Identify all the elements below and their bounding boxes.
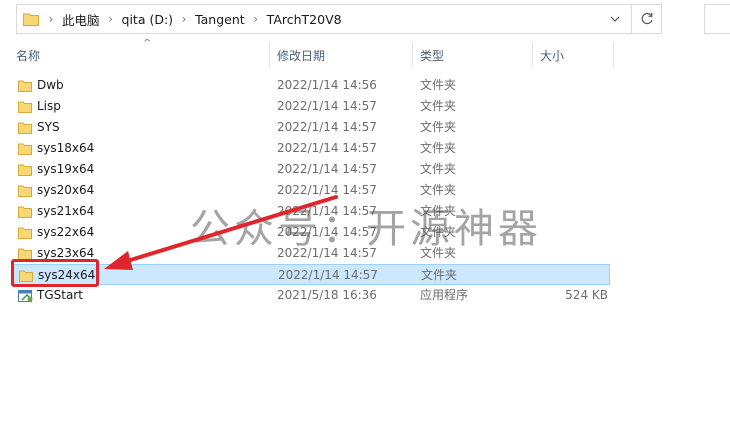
breadcrumb-item[interactable]: qita (D:) xyxy=(119,12,177,27)
folder-icon xyxy=(23,9,43,29)
column-headers: 名称 ^ 修改日期 类型 大小 xyxy=(0,38,730,70)
file-row[interactable]: sys24x64 2022/1/14 14:57 文件夹 xyxy=(12,264,610,285)
folder-icon xyxy=(18,159,34,180)
refresh-icon xyxy=(641,12,653,25)
breadcrumb-chevron-icon[interactable]: › xyxy=(248,12,264,26)
breadcrumb-chevron-icon[interactable]: › xyxy=(176,12,192,26)
file-size xyxy=(542,96,608,117)
file-modified-date: 2022/1/14 14:57 xyxy=(277,162,377,176)
file-type: 文件夹 xyxy=(420,141,457,155)
watermark-text: 公众号：开源神器 xyxy=(190,206,542,252)
breadcrumb-item[interactable]: TArchT20V8 xyxy=(264,12,345,27)
breadcrumb-chevron-icon[interactable]: › xyxy=(103,12,119,26)
address-history-dropdown[interactable] xyxy=(603,5,627,33)
chevron-down-icon xyxy=(610,16,620,22)
file-size xyxy=(542,201,608,222)
file-name: sys22x64 xyxy=(37,225,95,239)
folder-icon xyxy=(18,96,34,117)
file-row[interactable]: Lisp 2022/1/14 14:57 文件夹 xyxy=(12,96,610,117)
file-row[interactable]: sys19x64 2022/1/14 14:57 文件夹 xyxy=(12,159,610,180)
file-name: Dwb xyxy=(37,78,64,92)
file-name: Lisp xyxy=(37,99,61,113)
file-name: TGStart xyxy=(37,288,83,302)
file-name: sys20x64 xyxy=(37,183,95,197)
file-modified-date: 2022/1/14 14:57 xyxy=(277,120,377,134)
search-input[interactable] xyxy=(704,4,730,34)
breadcrumb: › 此电脑 › qita (D:) › Tangent › TArchT20V8 xyxy=(17,5,345,33)
folder-icon xyxy=(18,180,34,201)
file-size xyxy=(542,117,608,138)
refresh-button[interactable] xyxy=(631,5,661,33)
folder-icon xyxy=(18,75,34,96)
file-name: sys19x64 xyxy=(37,162,95,176)
folder-icon xyxy=(18,117,34,138)
file-size xyxy=(542,222,608,243)
file-row[interactable]: TGStart 2021/5/18 16:36 应用程序 524 KB xyxy=(12,285,610,306)
file-size xyxy=(542,75,608,96)
file-type: 文件夹 xyxy=(420,120,457,134)
file-name: sys18x64 xyxy=(37,141,95,155)
file-size xyxy=(543,265,609,286)
file-modified-date: 2022/1/14 14:57 xyxy=(277,99,377,113)
file-type: 文件夹 xyxy=(420,99,457,113)
file-row[interactable]: SYS 2022/1/14 14:57 文件夹 xyxy=(12,117,610,138)
column-header-size[interactable]: 大小 xyxy=(534,42,614,68)
column-header-name[interactable]: 名称 ^ xyxy=(10,38,270,68)
file-name: SYS xyxy=(37,120,60,134)
column-header-label: 类型 xyxy=(420,48,445,63)
breadcrumb-item[interactable]: 此电脑 xyxy=(59,10,103,29)
application-icon xyxy=(18,285,34,306)
column-header-date[interactable]: 修改日期 xyxy=(271,42,413,68)
folder-icon xyxy=(18,138,34,159)
column-header-label: 名称 xyxy=(16,48,41,63)
file-type: 文件夹 xyxy=(420,78,457,92)
folder-icon xyxy=(18,222,34,243)
file-size: 524 KB xyxy=(565,288,608,302)
file-name: sys21x64 xyxy=(37,204,95,218)
column-header-label: 修改日期 xyxy=(277,48,326,63)
file-size xyxy=(542,243,608,264)
breadcrumb-chevron-icon[interactable]: › xyxy=(43,12,59,26)
file-type: 文件夹 xyxy=(420,162,457,176)
file-explorer-window: › 此电脑 › qita (D:) › Tangent › TArchT20V8… xyxy=(0,0,730,440)
annotation-highlight-box xyxy=(11,259,99,287)
file-row[interactable]: sys18x64 2022/1/14 14:57 文件夹 xyxy=(12,138,610,159)
folder-icon xyxy=(18,201,34,222)
breadcrumb-item[interactable]: Tangent xyxy=(192,12,248,27)
sort-ascending-icon: ^ xyxy=(143,38,152,49)
file-type: 文件夹 xyxy=(421,268,458,282)
file-modified-date: 2022/1/14 14:57 xyxy=(277,141,377,155)
column-header-label: 大小 xyxy=(540,48,565,63)
file-row[interactable]: Dwb 2022/1/14 14:56 文件夹 xyxy=(12,75,610,96)
file-size xyxy=(542,180,608,201)
file-modified-date: 2021/5/18 16:36 xyxy=(277,288,377,302)
file-size xyxy=(542,159,608,180)
address-bar[interactable]: › 此电脑 › qita (D:) › Tangent › TArchT20V8 xyxy=(16,4,662,34)
file-size xyxy=(542,138,608,159)
file-modified-date: 2022/1/14 14:56 xyxy=(277,78,377,92)
column-header-type[interactable]: 类型 xyxy=(414,42,533,68)
file-modified-date: 2022/1/14 14:57 xyxy=(278,268,378,282)
file-type: 应用程序 xyxy=(420,288,469,302)
